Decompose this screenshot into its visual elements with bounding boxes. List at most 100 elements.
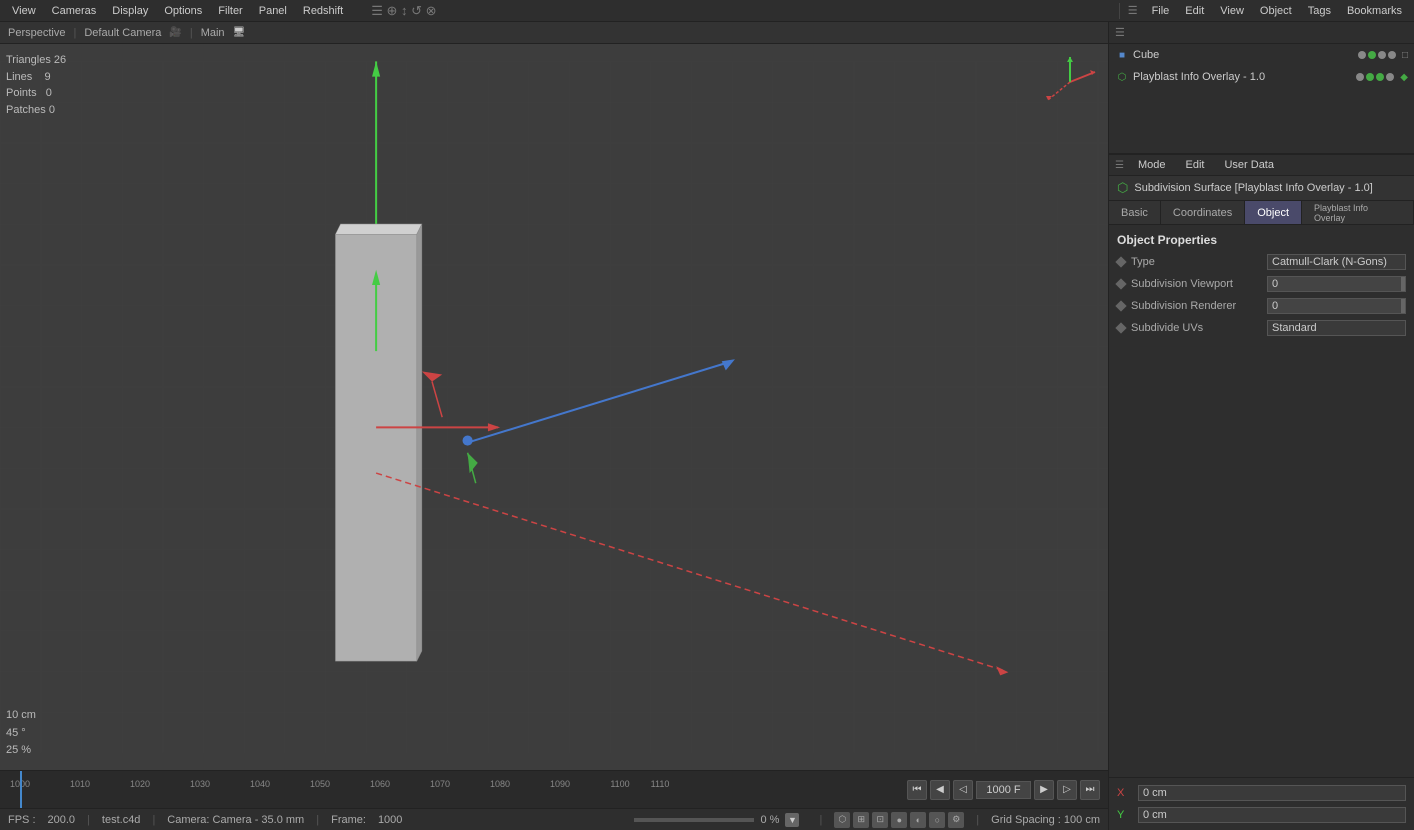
- camera-label: Default Camera: [84, 27, 161, 39]
- top-menubar: View Cameras Display Options Filter Pane…: [0, 0, 1414, 22]
- user-data-menu[interactable]: User Data: [1218, 159, 1280, 171]
- fps-value: 200.0: [48, 814, 76, 826]
- type-value[interactable]: Catmull-Clark (N-Gons): [1267, 254, 1406, 270]
- type-label: Type: [1131, 256, 1261, 268]
- frame-value: 1000: [378, 814, 402, 826]
- main-label: Main: [201, 27, 225, 39]
- bottom-bar: FPS : 200.0 | test.c4d | Camera: Camera …: [0, 808, 1108, 830]
- render-icon-4[interactable]: ●: [891, 812, 907, 828]
- subdiv-viewport-value[interactable]: 0: [1267, 276, 1406, 292]
- menu-cameras[interactable]: Cameras: [44, 3, 105, 19]
- render-icon-3[interactable]: ⊡: [872, 812, 888, 828]
- viewport-topbar: Perspective | Default Camera 🎥 | Main 🖥: [0, 22, 1108, 44]
- cube-name: Cube: [1133, 49, 1354, 61]
- subdivide-uvs-value[interactable]: Standard: [1267, 320, 1406, 336]
- cube-right-arrow: □: [1402, 50, 1408, 61]
- tick-1020: 1020: [130, 779, 150, 789]
- render-icon-7[interactable]: ⚙: [948, 812, 964, 828]
- current-frame-input[interactable]: [976, 781, 1031, 799]
- object-manager: ■ Cube □ ⬡ Playblast Info Overlay - 1.0: [1109, 44, 1414, 154]
- go-end-button[interactable]: ⏭: [1080, 780, 1100, 800]
- playblast-dot-3: [1376, 73, 1384, 81]
- fps-label: FPS :: [8, 814, 36, 826]
- viewport[interactable]: Perspective | Default Camera 🎥 | Main 🖥 …: [0, 22, 1109, 830]
- tick-1050: 1050: [310, 779, 330, 789]
- render-icon-2[interactable]: ⊞: [853, 812, 869, 828]
- menu-redshift[interactable]: Redshift: [295, 3, 351, 19]
- progress-bar-area: 0 % ▼: [626, 813, 807, 827]
- x-value[interactable]: 0 cm: [1138, 785, 1406, 801]
- playblast-name: Playblast Info Overlay - 1.0: [1133, 71, 1352, 83]
- frame-label: Frame:: [331, 814, 366, 826]
- object-row-playblast[interactable]: ⬡ Playblast Info Overlay - 1.0 ◆: [1109, 66, 1414, 88]
- cube-dot-1: [1358, 51, 1366, 59]
- render-icon-5[interactable]: ◐: [910, 812, 926, 828]
- cube-dot-3: [1378, 51, 1386, 59]
- prop-content: Object Properties Type Catmull-Clark (N-…: [1109, 225, 1414, 505]
- prop-row-subdiv-renderer: Subdivision Renderer 0: [1109, 295, 1414, 317]
- mode-menu[interactable]: Mode: [1132, 159, 1172, 171]
- next-frame-button[interactable]: ▷: [1057, 780, 1077, 800]
- prop-diamond-sr: [1115, 300, 1126, 311]
- edit-menu[interactable]: Edit: [1180, 159, 1211, 171]
- menu-edit[interactable]: Edit: [1177, 3, 1212, 19]
- progress-dropdown[interactable]: ▼: [785, 813, 799, 827]
- cube-icons-right: □: [1358, 50, 1408, 61]
- cube-dot-4: [1388, 51, 1396, 59]
- menu-view[interactable]: View: [4, 3, 44, 19]
- playblast-dot-4: [1386, 73, 1394, 81]
- tick-1070: 1070: [430, 779, 450, 789]
- tab-object[interactable]: Object: [1245, 201, 1302, 224]
- menu-bookmarks[interactable]: Bookmarks: [1339, 3, 1410, 19]
- subdiv-renderer-value[interactable]: 0: [1267, 298, 1406, 314]
- menu-options[interactable]: Options: [156, 3, 210, 19]
- menu-panel[interactable]: Panel: [251, 3, 295, 19]
- render-icon-6[interactable]: ○: [929, 812, 945, 828]
- main-layout: Perspective | Default Camera 🎥 | Main 🖥 …: [0, 22, 1414, 830]
- timeline-ruler[interactable]: 1000 1010 1020 1030 1040 1050 1060 1070 …: [0, 771, 899, 808]
- menu-file[interactable]: File: [1144, 3, 1178, 19]
- object-title-row: ⬡ Subdivision Surface [Playblast Info Ov…: [1109, 176, 1414, 201]
- grid-spacing-label: Grid Spacing : 100 cm: [991, 814, 1100, 826]
- coord-row-y: Y 0 cm: [1109, 804, 1414, 826]
- right-panel: ☰ ■ Cube □ ⬡ Playblast Info Overlay - 1.…: [1109, 22, 1414, 830]
- progress-percent: 0 %: [760, 814, 779, 826]
- coord-row-x: X 0 cm: [1109, 782, 1414, 804]
- menu-view-r[interactable]: View: [1212, 3, 1252, 19]
- playblast-icons-right: ◆: [1356, 72, 1408, 83]
- go-start-button[interactable]: ⏮: [907, 780, 927, 800]
- camera-info-label: Camera: Camera - 35.0 mm: [167, 814, 304, 826]
- playblast-icon: ⬡: [1115, 70, 1129, 84]
- prev-frame-button[interactable]: ◀: [930, 780, 950, 800]
- object-row-cube[interactable]: ■ Cube □: [1109, 44, 1414, 66]
- prop-diamond-uvs: [1115, 322, 1126, 333]
- tick-1030: 1030: [190, 779, 210, 789]
- render-icon-1[interactable]: ⬡: [834, 812, 850, 828]
- prop-row-subdiv-viewport: Subdivision Viewport 0: [1109, 273, 1414, 295]
- subdivide-uvs-label: Subdivide UVs: [1131, 322, 1261, 334]
- menu-object[interactable]: Object: [1252, 3, 1300, 19]
- menu-tags[interactable]: Tags: [1300, 3, 1339, 19]
- tab-basic[interactable]: Basic: [1109, 201, 1161, 224]
- file-name: test.c4d: [102, 814, 141, 826]
- coord-panel: X 0 cm Y 0 cm: [1109, 777, 1414, 830]
- prop-tabs: Basic Coordinates Object Playblast Info …: [1109, 201, 1414, 225]
- cube-icon: ■: [1115, 48, 1129, 62]
- menu-filter[interactable]: Filter: [210, 3, 250, 19]
- tab-playblast[interactable]: Playblast Info Overlay: [1302, 201, 1414, 224]
- playblast-dot-2: [1366, 73, 1374, 81]
- prop-separator: ☰ Mode Edit User Data: [1109, 154, 1414, 176]
- tick-1080: 1080: [490, 779, 510, 789]
- tab-coordinates[interactable]: Coordinates: [1161, 201, 1245, 224]
- y-value[interactable]: 0 cm: [1138, 807, 1406, 823]
- object-title: Subdivision Surface [Playblast Info Over…: [1134, 182, 1372, 194]
- menu-display[interactable]: Display: [104, 3, 156, 19]
- play-back-button[interactable]: ◁: [953, 780, 973, 800]
- subdiv-renderer-label: Subdivision Renderer: [1131, 300, 1261, 312]
- object-title-icon: ⬡: [1117, 180, 1128, 196]
- playback-controls: ⏮ ◀ ◁ ▶ ▷ ⏭: [899, 780, 1108, 800]
- play-forward-button[interactable]: ▶: [1034, 780, 1054, 800]
- cube-dot-2: [1368, 51, 1376, 59]
- tick-1040: 1040: [250, 779, 270, 789]
- prop-row-subdivide-uvs: Subdivide UVs Standard: [1109, 317, 1414, 339]
